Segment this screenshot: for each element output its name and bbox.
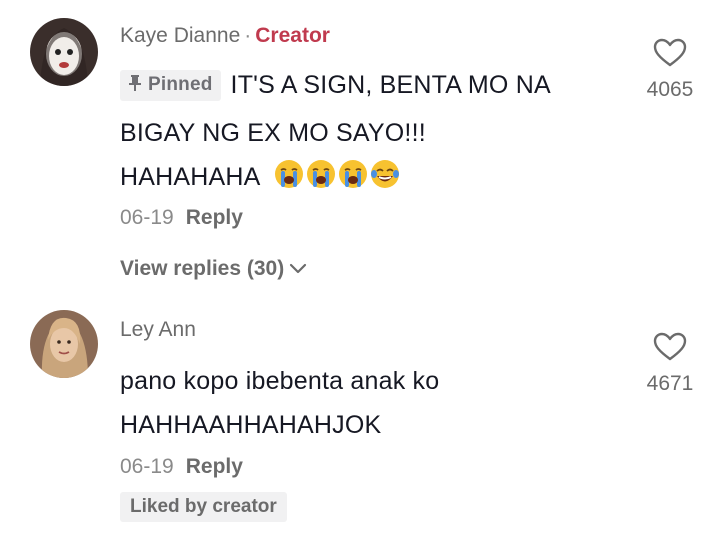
avatar[interactable] bbox=[30, 310, 98, 378]
author-line: Kaye Dianne · Creator bbox=[120, 24, 330, 48]
view-replies-button[interactable]: View replies (30) bbox=[120, 257, 308, 281]
crying-face-icon bbox=[338, 159, 368, 189]
creator-badge: Creator bbox=[255, 24, 330, 47]
author-name[interactable]: Kaye Dianne bbox=[120, 24, 240, 47]
avatar-image bbox=[30, 18, 98, 86]
heart-icon[interactable] bbox=[653, 38, 687, 68]
like-column: 4671 bbox=[630, 332, 710, 396]
author-name[interactable]: Ley Ann bbox=[120, 318, 196, 341]
liked-by-creator-badge: Liked by creator bbox=[120, 492, 287, 522]
comment-text: IT'S A SIGN, BENTA MO NA bbox=[230, 71, 551, 99]
comment-text-line: Pinned IT'S A SIGN, BENTA MO NA bbox=[120, 70, 551, 101]
pinned-badge: Pinned bbox=[120, 70, 221, 101]
comment-item: Ley Ann pano kopo ibebenta anak ko HAHHA… bbox=[0, 300, 719, 537]
comment-text-line: HAHHAAHHAHAHJOK bbox=[120, 411, 382, 439]
comment-text-line: BIGAY NG EX MO SAYO!!! bbox=[120, 119, 426, 147]
separator: · bbox=[244, 24, 252, 47]
reply-button[interactable]: Reply bbox=[186, 206, 243, 229]
comment-text-line: HAHAHAHA bbox=[120, 159, 400, 192]
heart-icon[interactable] bbox=[653, 332, 687, 362]
comment-meta: 06-19 Reply bbox=[120, 206, 243, 230]
pinned-label: Pinned bbox=[148, 74, 213, 95]
avatar[interactable] bbox=[30, 18, 98, 86]
chevron-down-icon bbox=[288, 257, 308, 281]
author-line: Ley Ann bbox=[120, 318, 196, 342]
comment-text: HAHAHAHA bbox=[120, 163, 260, 191]
comment-text-line: pano kopo ibebenta anak ko bbox=[120, 367, 440, 395]
tears-of-joy-icon bbox=[370, 159, 400, 189]
comment-date: 06-19 bbox=[120, 206, 174, 229]
like-count: 4671 bbox=[646, 372, 694, 395]
like-count: 4065 bbox=[646, 78, 694, 101]
pin-icon bbox=[128, 75, 142, 97]
comment-item: Kaye Dianne · Creator Pinned IT'S A SIGN, B… bbox=[0, 0, 719, 300]
comment-date: 06-19 bbox=[120, 455, 174, 478]
crying-face-icon bbox=[306, 159, 336, 189]
comment-meta: 06-19 Reply bbox=[120, 455, 243, 479]
crying-face-icon bbox=[274, 159, 304, 189]
view-replies-label: View replies (30) bbox=[120, 257, 285, 280]
avatar-image bbox=[30, 310, 98, 378]
reply-button[interactable]: Reply bbox=[186, 455, 243, 478]
like-column: 4065 bbox=[630, 38, 710, 102]
